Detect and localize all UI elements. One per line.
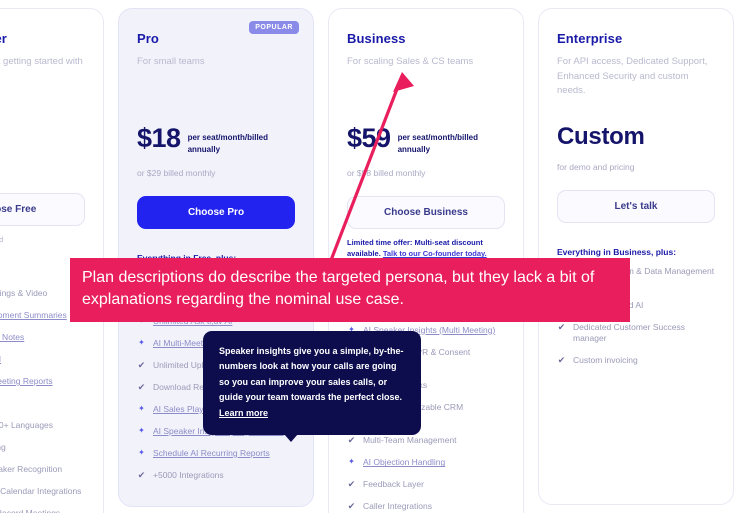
feature-label: +5000 Integrations [153,469,224,480]
annotation-banner: Plan descriptions do describe the target… [70,258,630,323]
feature-label: Multi-Team Management [363,435,457,446]
feature-label: Video Recording [0,442,6,453]
plan-price-unit: per seat/month/billed annually [187,133,269,154]
plan-title: Business [347,31,406,46]
plan-description: For API access, Dedicated Support, Enhan… [557,56,708,97]
feature-item: ✦Slack, Email & Calendar Integrations [0,486,85,497]
feature-item[interactable]: ✦Ask AI Meeting Notes [0,332,85,343]
feature-label: Ask AI Meeting Notes [0,332,25,343]
check-icon: ✔ [347,435,356,446]
annotation-text: Plan descriptions do describe the target… [82,269,595,309]
feature-label: Slack, Email & Calendar Integrations [0,485,82,496]
ai-sparkle-icon: ✦ [138,338,145,348]
feature-label: Schedule AI Recurring Reports [153,447,270,458]
plan-price-row: $59 per seat/month/billed annually [347,125,505,155]
pricing-page: Free Forever For everyone just getting st… [0,0,744,513]
speaker-insights-tooltip: Speaker insights give you a simple, by-t… [203,331,421,443]
tooltip-text: Speaker insights give you a simple, by-t… [219,346,404,403]
feature-label: Automatic Speaker Recognition [0,464,63,474]
popular-badge: POPULAR [249,21,299,34]
plan-cta-button[interactable]: Choose Business [347,196,505,230]
feature-label: Custom invoicing [573,355,638,365]
plan-price-row: $18 per seat/month/billed annually [137,125,295,155]
feature-item: ✔ Multi-Team Management [347,435,505,446]
feature-item: ✦Automatic Speaker Recognition [0,464,85,475]
plan-includes-label: Everything in Business, plus: [557,247,677,258]
feature-item: ✔ Custom invoicing [557,355,715,366]
plan-billing-note: or $29 billed monthly [137,168,216,179]
feature-item[interactable]: ✦ AI Objection Handling [347,457,505,468]
plan-cta-button[interactable]: Choose Free [0,193,85,226]
feature-item: ✔ Caller Integrations [347,501,505,512]
plan-billing-note: for demo and pricing [557,162,635,173]
feature-item[interactable]: ✦ Schedule AI Recurring Reports [137,448,295,459]
check-icon: ✔ [137,469,146,480]
plan-description: For everyone just getting started with t… [0,56,83,67]
plan-cta-button[interactable]: Choose Pro [137,196,295,230]
plan-cta-button[interactable]: Let's talk [557,190,715,224]
plan-description: For scaling Sales & CS teams [347,56,474,67]
feature-label: Automatically Record Meetings [0,507,61,513]
plan-price-row: Custom [557,125,715,149]
plan-price-unit: per seat/month/billed annually [397,133,479,154]
feature-item: ✔Uploads [0,398,85,409]
ai-sparkle-icon: ✦ [138,404,145,413]
ai-sparkle-icon: ✦ [138,425,145,435]
plan-price: $18 [137,123,181,153]
feature-item: ✦Video Recording [0,442,85,453]
check-icon: ✔ [347,479,356,490]
plan-cta-note: No credit card required [0,235,4,244]
feature-item: ✔ +5000 Integrations [137,470,295,481]
feature-item[interactable]: ✦Ask AI Multi-Meeting Reports [0,376,85,387]
check-icon: ✔ [137,360,146,371]
check-icon: ✔ [557,355,566,365]
plan-billing-note: free means free! [0,165,85,175]
feature-item: ✔ Feedback Layer [347,479,505,490]
tooltip-learn-more-link[interactable]: Learn more [219,408,268,418]
plan-price: Custom [557,123,645,151]
check-icon: ✔ [557,321,566,332]
feature-label: Ask AI Multi-Meeting Reports [0,376,53,387]
plan-price: $59 [347,123,391,153]
feature-label: Dedicated Customer Success manager [573,321,685,344]
feature-label: Transcribe in 30+ Languages [0,420,54,431]
plan-title: Free Forever [0,31,7,46]
plan-price-row: $0 [0,125,85,152]
plan-offer-note: Limited time offer: Multi-seat discount … [347,237,505,260]
feature-item: ✔ Dedicated Customer Success manager [557,322,715,345]
feature-label: AI Objection Handling [363,457,446,468]
feature-label: Caller Integrations [363,501,432,512]
feature-label: Ask Ask tl;dv AI [0,354,85,365]
feature-item[interactable]: ✦Ask Ask tl;dv AI [0,354,85,365]
plan-billing-note: or $98 billed monthly [347,168,426,179]
feature-item: ✔Transcribe in 30+ Languages [0,420,85,431]
check-icon: ✔ [347,501,356,512]
check-icon: ✔ [137,382,146,393]
plan-title: Enterprise [557,31,623,46]
ai-sparkle-icon: ✦ [348,457,355,467]
feature-label: Feedback Layer [363,479,424,490]
plan-card-enterprise: Enterprise For API access, Dedicated Supp… [538,8,734,505]
feature-item: ✔Automatically Record Meetings [0,508,85,513]
ai-sparkle-icon: ✦ [138,447,145,457]
feature-label: Uploads [0,398,85,409]
plan-description: For small teams [137,56,205,67]
